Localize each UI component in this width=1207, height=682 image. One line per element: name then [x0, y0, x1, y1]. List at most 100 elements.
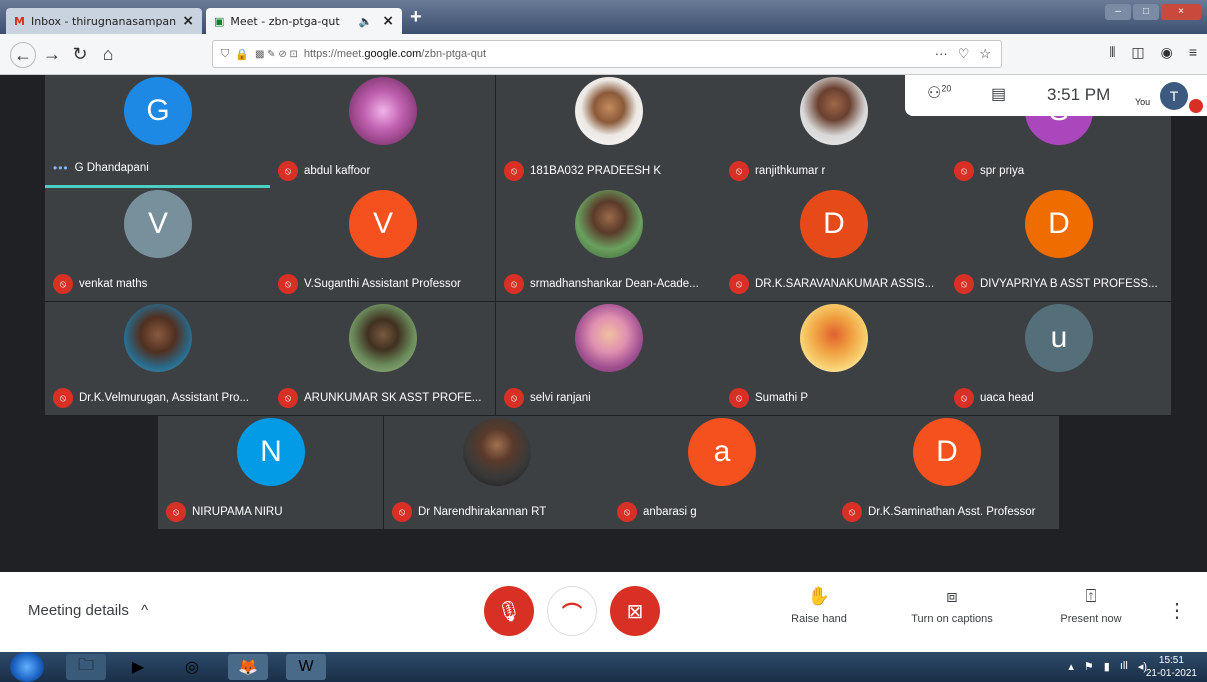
- camera-toggle-button[interactable]: ⊠: [610, 586, 660, 636]
- participant-avatar: u: [1025, 304, 1093, 372]
- chrome-icon[interactable]: ◎: [172, 654, 212, 680]
- participant-label: ⦸ abdul kaffoor: [278, 161, 370, 181]
- meet-controls-bar: Meeting details ^ 🎙 ⌒ ⊠ ✋ Raise hand ⧈ T…: [0, 572, 1207, 652]
- mic-off-icon: ⦸: [617, 502, 637, 522]
- participant-tile[interactable]: ⦸ Dr Narendhirakannan RT: [384, 416, 609, 529]
- browser-toolbar-icons: ⫴ ◫ ◉ ≡: [1109, 44, 1197, 61]
- participant-tile[interactable]: D ⦸ DR.K.SARAVANAKUMAR ASSIS...: [721, 188, 946, 301]
- participant-tile[interactable]: ⦸ Dr.K.Velmurugan, Assistant Pro...: [45, 302, 270, 415]
- bookmark-star-icon[interactable]: ☆: [979, 46, 991, 62]
- home-icon[interactable]: ⌂: [96, 42, 120, 66]
- close-tab-icon[interactable]: ×: [382, 13, 394, 29]
- flag-icon[interactable]: ⚑: [1084, 660, 1094, 673]
- window-close-icon[interactable]: ×: [1161, 4, 1201, 20]
- participant-tile[interactable]: D ⦸ Dr.K.Saminathan Asst. Professor: [834, 416, 1059, 529]
- participant-tile[interactable]: V ⦸ V.Suganthi Assistant Professor: [270, 188, 495, 301]
- participant-label: ⦸ NIRUPAMA NIRU: [166, 502, 283, 522]
- shield-icon[interactable]: ⛉: [221, 48, 229, 61]
- tab-meet[interactable]: ▣ Meet - zbn-ptga-qut 🔈 ×: [206, 8, 402, 34]
- sidebar-icon[interactable]: ◫: [1131, 44, 1144, 61]
- meeting-details-button[interactable]: Meeting details ^: [28, 602, 148, 619]
- participant-tile[interactable]: ⦸ srmadhanshankar Dean-Acade...: [496, 188, 721, 301]
- new-tab-icon[interactable]: +: [410, 6, 422, 29]
- word-icon[interactable]: W: [286, 654, 326, 680]
- participant-name: Sumathi P: [755, 392, 809, 404]
- participant-label: ⦸ DIVYAPRIYA B ASST PROFESS...: [954, 274, 1158, 294]
- participant-label: ⦸ venkat maths: [53, 274, 147, 294]
- participant-tile[interactable]: V ⦸ venkat maths: [45, 188, 270, 301]
- participant-label: ⦸ Dr Narendhirakannan RT: [392, 502, 546, 522]
- file-explorer-icon[interactable]: 🗀: [66, 654, 106, 680]
- mic-toggle-button[interactable]: 🎙: [484, 586, 534, 636]
- close-tab-icon[interactable]: ×: [182, 13, 194, 29]
- tray-arrow-icon[interactable]: ▴: [1068, 660, 1074, 673]
- participant-tile[interactable]: ⦸ 181BA032 PRADEESH K: [496, 75, 721, 188]
- permissions-icon[interactable]: ▩ ✎ ⊘ ⊡: [255, 49, 298, 60]
- page-actions-icon[interactable]: ···: [935, 46, 948, 62]
- participant-name: DR.K.SARAVANAKUMAR ASSIS...: [755, 278, 935, 290]
- participant-tile[interactable]: ⦸ abdul kaffoor: [270, 75, 495, 188]
- speaker-icon[interactable]: 🔈: [359, 15, 373, 28]
- clock-time: 15:51: [1158, 655, 1184, 666]
- back-icon[interactable]: ←: [10, 42, 36, 68]
- menu-icon[interactable]: ≡: [1189, 44, 1197, 61]
- participant-tile[interactable]: u ⦸ uaca head: [946, 302, 1171, 415]
- mic-off-icon: ⦸: [729, 161, 749, 181]
- participant-name: ARUNKUMAR SK ASST PROFE...: [304, 392, 482, 404]
- account-icon[interactable]: ◉: [1161, 44, 1173, 61]
- chat-icon[interactable]: ▤: [991, 84, 1006, 104]
- participant-avatar: a: [688, 418, 756, 486]
- participant-label: ⦸ srmadhanshankar Dean-Acade...: [504, 274, 699, 294]
- gmail-icon: M: [14, 14, 25, 28]
- media-player-icon[interactable]: ▶: [118, 654, 158, 680]
- participant-label: ⦸ V.Suganthi Assistant Professor: [278, 274, 461, 294]
- present-now-button[interactable]: ⍐ Present now: [1036, 586, 1146, 625]
- participant-tile[interactable]: D ⦸ DIVYAPRIYA B ASST PROFESS...: [946, 188, 1171, 301]
- lock-icon[interactable]: 🔒: [235, 48, 249, 61]
- captions-button[interactable]: ⧈ Turn on captions: [897, 586, 1007, 625]
- participant-tile[interactable]: N ⦸ NIRUPAMA NIRU: [158, 416, 383, 529]
- participant-tile[interactable]: ⦸ selvi ranjani: [496, 302, 721, 415]
- participant-name: 181BA032 PRADEESH K: [530, 165, 662, 177]
- participant-tile[interactable]: ⦸ ARUNKUMAR SK ASST PROFE...: [270, 302, 495, 415]
- people-icon[interactable]: ⚇20: [927, 83, 951, 103]
- forward-icon[interactable]: →: [40, 42, 64, 66]
- participant-avatar: V: [349, 190, 417, 258]
- system-tray: ▴ ⚑ ▮ ıll ◂): [1068, 660, 1147, 673]
- participant-label: ••• G Dhandapani: [53, 161, 149, 175]
- minimize-icon[interactable]: –: [1105, 4, 1131, 20]
- participant-photo: [575, 304, 643, 372]
- leave-call-button[interactable]: ⌒: [547, 586, 597, 636]
- library-icon[interactable]: ⫴: [1109, 44, 1115, 61]
- participant-name: uaca head: [980, 392, 1034, 404]
- hand-icon: ✋: [807, 586, 831, 606]
- participant-tile[interactable]: a ⦸ anbarasi g: [609, 416, 834, 529]
- participant-photo: [463, 418, 531, 486]
- start-button[interactable]: [10, 652, 44, 682]
- network-icon[interactable]: ▮: [1104, 660, 1110, 673]
- participant-label: ⦸ Dr.K.Velmurugan, Assistant Pro...: [53, 388, 249, 408]
- reload-icon[interactable]: ↻: [68, 42, 92, 66]
- participant-photo: [575, 190, 643, 258]
- more-options-icon[interactable]: ⋮: [1167, 598, 1187, 623]
- address-bar[interactable]: ⛉ 🔒 ▩ ✎ ⊘ ⊡ https://meet.google.com/zbn-…: [212, 40, 1002, 68]
- meeting-details-label: Meeting details: [28, 602, 129, 619]
- participant-photo: [349, 304, 417, 372]
- signal-icon[interactable]: ıll: [1120, 660, 1128, 673]
- participant-label: ⦸ ARUNKUMAR SK ASST PROFE...: [278, 388, 481, 408]
- pocket-icon[interactable]: ♡: [958, 46, 970, 62]
- firefox-icon[interactable]: 🦊: [228, 654, 268, 680]
- mic-off-icon: ⦸: [53, 274, 73, 294]
- meeting-time: 3:51 PM: [1047, 85, 1111, 104]
- mic-off-icon: ⦸: [954, 161, 974, 181]
- mic-off-icon: ⦸: [954, 274, 974, 294]
- participant-name: Dr.K.Saminathan Asst. Professor: [868, 506, 1036, 518]
- participant-tile[interactable]: G ••• G Dhandapani: [45, 75, 270, 188]
- tab-inbox[interactable]: M Inbox - thirugnanasampandam ×: [6, 8, 202, 34]
- system-clock[interactable]: 15:51 21-01-2021: [1146, 654, 1197, 680]
- participant-tile[interactable]: ⦸ Sumathi P: [721, 302, 946, 415]
- raise-hand-label: Raise hand: [791, 613, 847, 625]
- raise-hand-button[interactable]: ✋ Raise hand: [764, 586, 874, 625]
- maximize-icon[interactable]: □: [1133, 4, 1159, 20]
- participant-avatar: V: [124, 190, 192, 258]
